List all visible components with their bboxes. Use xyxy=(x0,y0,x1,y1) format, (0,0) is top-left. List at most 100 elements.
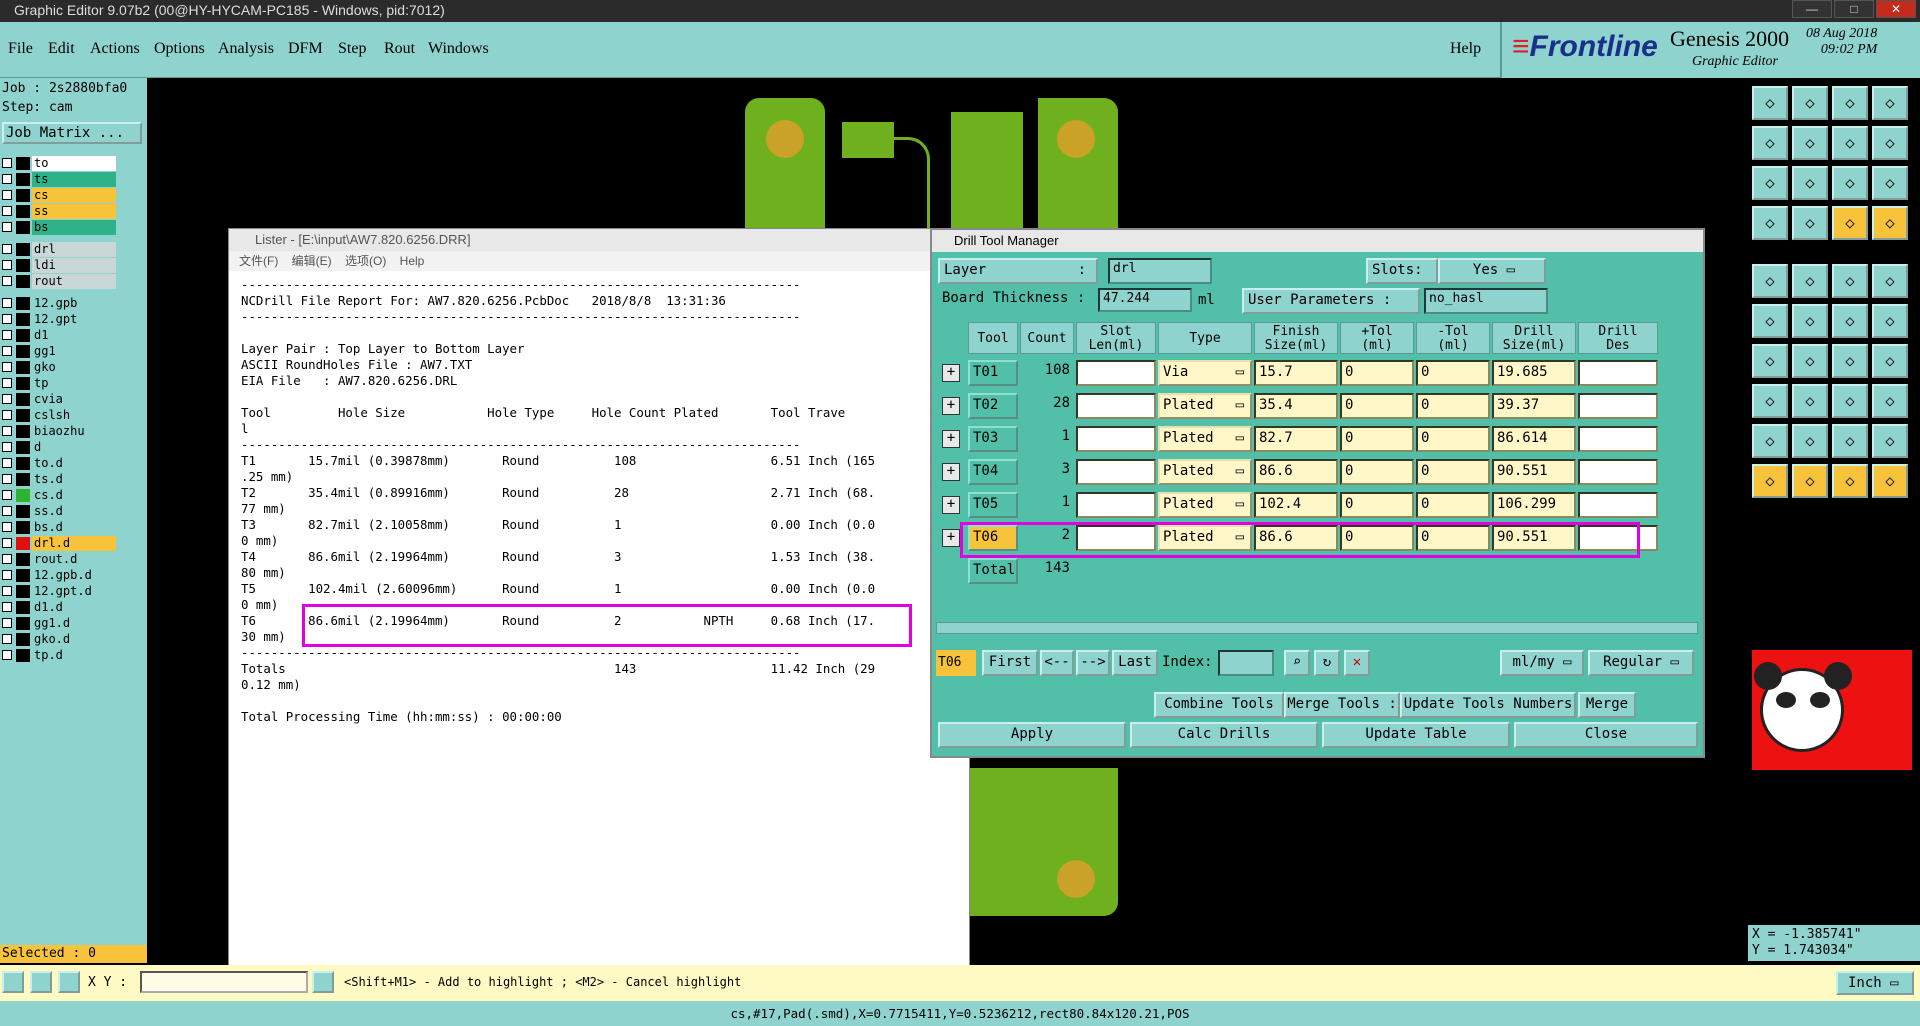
menu-file[interactable]: File xyxy=(8,40,33,58)
tool-cell[interactable]: T05 xyxy=(968,492,1018,518)
layer-row-gg1[interactable]: gg1 xyxy=(0,344,118,359)
layer-checkbox[interactable] xyxy=(2,174,12,184)
layer-row-cvia[interactable]: cvia xyxy=(0,392,118,407)
type-dropdown[interactable]: Via ▭ xyxy=(1158,360,1252,386)
snap-icon[interactable]: ◇ xyxy=(1832,126,1868,160)
filter2-icon[interactable]: ◇ xyxy=(1872,206,1908,240)
layer-row-gko[interactable]: gko xyxy=(0,360,118,375)
pointer-icon[interactable]: ◇ xyxy=(1752,464,1788,498)
finish-size-field[interactable]: 35.4 xyxy=(1254,393,1338,419)
layer-row-ss-d[interactable]: ss.d xyxy=(0,504,118,519)
node-icon[interactable]: ◇ xyxy=(1752,304,1788,338)
slot-length-field[interactable] xyxy=(1076,360,1156,386)
layer-row-d1[interactable]: d1 xyxy=(0,328,118,343)
tool-cell[interactable]: T04 xyxy=(968,459,1018,485)
text-icon[interactable]: ◇ xyxy=(1872,344,1908,378)
drill-size-field[interactable]: 106.299 xyxy=(1492,492,1576,518)
layer-row-gg1-d[interactable]: gg1.d xyxy=(0,616,118,631)
minimize-button[interactable]: — xyxy=(1792,0,1832,18)
expand-row-button[interactable]: + xyxy=(942,364,960,382)
layer-row-to[interactable]: to xyxy=(0,156,118,171)
help-icon[interactable]: ◇ xyxy=(1872,166,1908,200)
layer-row-bs[interactable]: bs xyxy=(0,220,118,235)
layer-checkbox[interactable] xyxy=(2,158,12,168)
drill-size-field[interactable]: 86.614 xyxy=(1492,426,1576,452)
layer-row-rout[interactable]: rout xyxy=(0,274,118,289)
layer-checkbox[interactable] xyxy=(2,362,12,372)
layer-checkbox[interactable] xyxy=(2,222,12,232)
slot-length-field[interactable] xyxy=(1076,492,1156,518)
layout-icon[interactable]: ◇ xyxy=(1872,86,1908,120)
layer-checkbox[interactable] xyxy=(2,602,12,612)
table-scrollbar[interactable] xyxy=(936,622,1698,634)
layer-row-ss[interactable]: ss xyxy=(0,204,118,219)
layer-field[interactable]: drl xyxy=(1108,258,1212,284)
apply-button[interactable]: Apply xyxy=(938,722,1126,748)
finish-size-field[interactable]: 15.7 xyxy=(1254,360,1338,386)
copy-icon[interactable]: ◇ xyxy=(1872,384,1908,418)
layer-checkbox[interactable] xyxy=(2,442,12,452)
select-tool-icon[interactable] xyxy=(2,971,24,993)
pointer2-icon[interactable]: ◇ xyxy=(1792,464,1828,498)
save-icon[interactable]: ◇ xyxy=(1792,86,1828,120)
layer-checkbox[interactable] xyxy=(2,634,12,644)
menu-dfm[interactable]: DFM xyxy=(288,40,323,58)
drill-size-field[interactable]: 39.37 xyxy=(1492,393,1576,419)
finish-size-field[interactable]: 86.6 xyxy=(1254,459,1338,485)
drill-size-field[interactable]: 19.685 xyxy=(1492,360,1576,386)
layer-row-d1-d[interactable]: d1.d xyxy=(0,600,118,615)
layer-checkbox[interactable] xyxy=(2,538,12,548)
keyboard-icon[interactable] xyxy=(312,971,334,993)
tool-cell[interactable]: T02 xyxy=(968,393,1018,419)
menu-analysis[interactable]: Analysis xyxy=(218,40,274,58)
layer-checkbox[interactable] xyxy=(2,190,12,200)
prev-button[interactable]: <-- xyxy=(1040,650,1074,676)
layer-checkbox[interactable] xyxy=(2,244,12,254)
merge-button[interactable]: Merge xyxy=(1578,692,1636,718)
units-dropdown[interactable]: ml/my ▭ xyxy=(1500,650,1584,676)
layer-row-cslsh[interactable]: cslsh xyxy=(0,408,118,423)
layer-checkbox[interactable] xyxy=(2,410,12,420)
layer-row-ts-d[interactable]: ts.d xyxy=(0,472,118,487)
arc-icon[interactable]: ◇ xyxy=(1872,304,1908,338)
job-matrix-button[interactable]: Job Matrix ... xyxy=(2,122,142,144)
layer-checkbox[interactable] xyxy=(2,650,12,660)
expand-row-button[interactable]: + xyxy=(942,397,960,415)
layer-checkbox[interactable] xyxy=(2,426,12,436)
layer-row-ts[interactable]: ts xyxy=(0,172,118,187)
ruler-icon[interactable]: ◇ xyxy=(1832,264,1868,298)
layer-row-biaozhu[interactable]: biaozhu xyxy=(0,424,118,439)
layer-checkbox[interactable] xyxy=(2,330,12,340)
next-button[interactable]: --> xyxy=(1076,650,1110,676)
home-icon[interactable]: ◇ xyxy=(1832,86,1868,120)
slots-dropdown[interactable]: Yes ▭ xyxy=(1438,258,1546,284)
slot-length-field[interactable] xyxy=(1076,426,1156,452)
drill-des-field[interactable] xyxy=(1578,426,1658,452)
slot-length-field[interactable] xyxy=(1076,393,1156,419)
calc-drills-button[interactable]: Calc Drills xyxy=(1130,722,1318,748)
layer-checkbox[interactable] xyxy=(2,298,12,308)
menu-rout[interactable]: Rout xyxy=(384,40,415,58)
layer-row-cs-d[interactable]: cs.d xyxy=(0,488,118,503)
minus-tol-field[interactable]: 0 xyxy=(1416,459,1490,485)
mode-dropdown[interactable]: Regular ▭ xyxy=(1588,650,1694,676)
layer-checkbox[interactable] xyxy=(2,506,12,516)
cross-icon[interactable]: ◇ xyxy=(1792,304,1828,338)
layer-checkbox[interactable] xyxy=(2,378,12,388)
link-icon[interactable]: ◇ xyxy=(1752,206,1788,240)
layer-row-d[interactable]: d xyxy=(0,440,118,455)
plus-tol-field[interactable]: 0 xyxy=(1340,360,1414,386)
layer-checkbox[interactable] xyxy=(2,394,12,404)
expand-row-button[interactable]: + xyxy=(942,529,960,547)
plus-tol-field[interactable]: 0 xyxy=(1340,426,1414,452)
arch2-icon[interactable]: ◇ xyxy=(1872,424,1908,458)
layer-checkbox[interactable] xyxy=(2,570,12,580)
layer-row-tp-d[interactable]: tp.d xyxy=(0,648,118,663)
drill-size-field[interactable]: 90.551 xyxy=(1492,459,1576,485)
clear-icon[interactable]: ✕ xyxy=(1344,650,1370,676)
slash-icon[interactable]: ◇ xyxy=(1792,344,1828,378)
minus-icon[interactable]: ◇ xyxy=(1792,384,1828,418)
expand-row-button[interactable]: + xyxy=(942,463,960,481)
triangle2-icon[interactable]: ◇ xyxy=(1792,424,1828,458)
layer-checkbox[interactable] xyxy=(2,618,12,628)
